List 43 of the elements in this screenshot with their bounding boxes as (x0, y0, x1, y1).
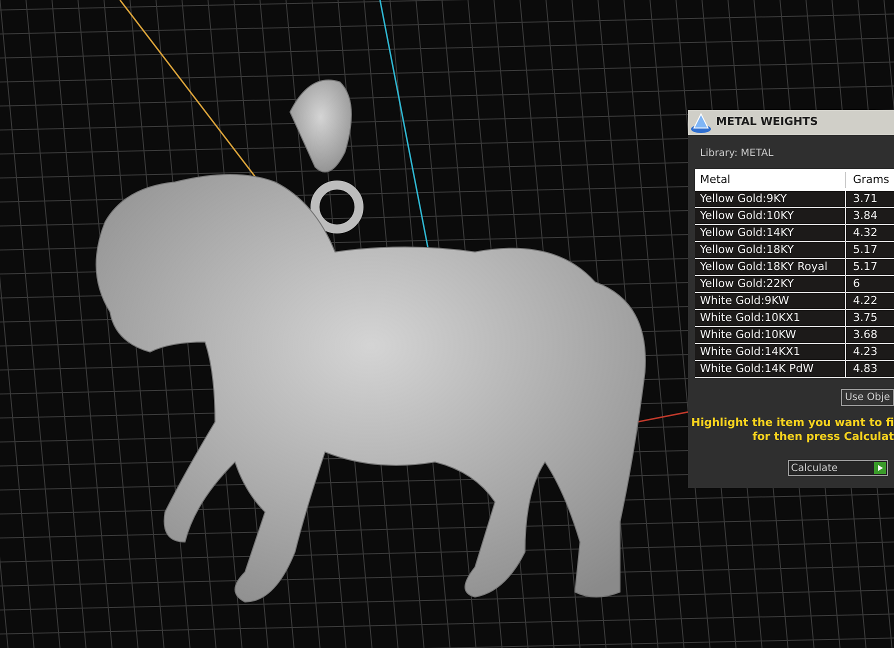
table-row[interactable]: Yellow Gold:9KY 3.71 (695, 191, 894, 208)
table-cell-text: White Gold:9KW (699, 292, 790, 309)
table-cell: 3.71 (845, 191, 894, 208)
table-row[interactable]: Yellow Gold:18KY 5.17 (695, 242, 894, 259)
table-cell-text: Yellow Gold:18KY (699, 242, 795, 258)
table-cell: 4.83 (845, 360, 894, 378)
play-icon (874, 462, 886, 474)
table-cell-text: Yellow Gold:10KY (699, 208, 795, 224)
table-row[interactable]: White Gold:10KW 3.68 (695, 327, 894, 344)
table-cell: 4.22 (845, 292, 894, 310)
table-cell: 6 (845, 276, 894, 292)
column-header: Metal (699, 172, 732, 188)
table-row[interactable]: Yellow Gold:10KY 3.84 (695, 208, 894, 225)
calculate-button[interactable]: Calculate (788, 460, 888, 476)
table-cell-text: Yellow Gold:9KY (699, 191, 788, 207)
table-cell-text: Yellow Gold:18KY Royal (699, 258, 829, 275)
table-cell: 3.84 (845, 208, 894, 224)
table-row[interactable]: Yellow Gold:18KY Royal 5.17 (695, 259, 894, 276)
pyramid-icon (690, 112, 712, 134)
instruction-text: Highlight the item you want to fi (691, 416, 894, 430)
table-row[interactable]: Yellow Gold:22KY 6 (695, 276, 894, 293)
instruction-text: for then press Calculat (752, 430, 894, 444)
table-row[interactable]: Yellow Gold:14KY 4.32 (695, 225, 894, 242)
table-cell-text: Yellow Gold:14KY (699, 224, 795, 241)
table-cell-text: White Gold:10KX1 (699, 310, 802, 326)
table-cell: 5.17 (845, 242, 894, 258)
table-cell: 4.23 (845, 344, 894, 360)
table-cell-text: White Gold:10KW (699, 326, 798, 343)
table-row[interactable]: White Gold:14K PdW 4.83 (695, 361, 894, 378)
table-row[interactable]: White Gold:9KW 4.22 (695, 293, 894, 310)
table-cell: 3.68 (845, 326, 894, 344)
column-header: Grams (845, 172, 894, 188)
use-object-button[interactable]: Use Obje (840, 389, 894, 406)
library-label: Library: METAL (700, 147, 774, 161)
table-row[interactable]: White Gold:14KX1 4.23 (695, 344, 894, 361)
table-cell-text: White Gold:14K PdW (699, 360, 815, 377)
table-cell-text: White Gold:14KX1 (699, 344, 802, 360)
table-cell-text: Yellow Gold:22KY (699, 276, 795, 292)
panel-title: METAL WEIGHTS (716, 114, 818, 130)
table-cell: 3.75 (845, 310, 894, 326)
table-cell: 4.32 (845, 224, 894, 242)
table-cell: 5.17 (845, 258, 894, 276)
table-row[interactable]: White Gold:10KX1 3.75 (695, 310, 894, 327)
